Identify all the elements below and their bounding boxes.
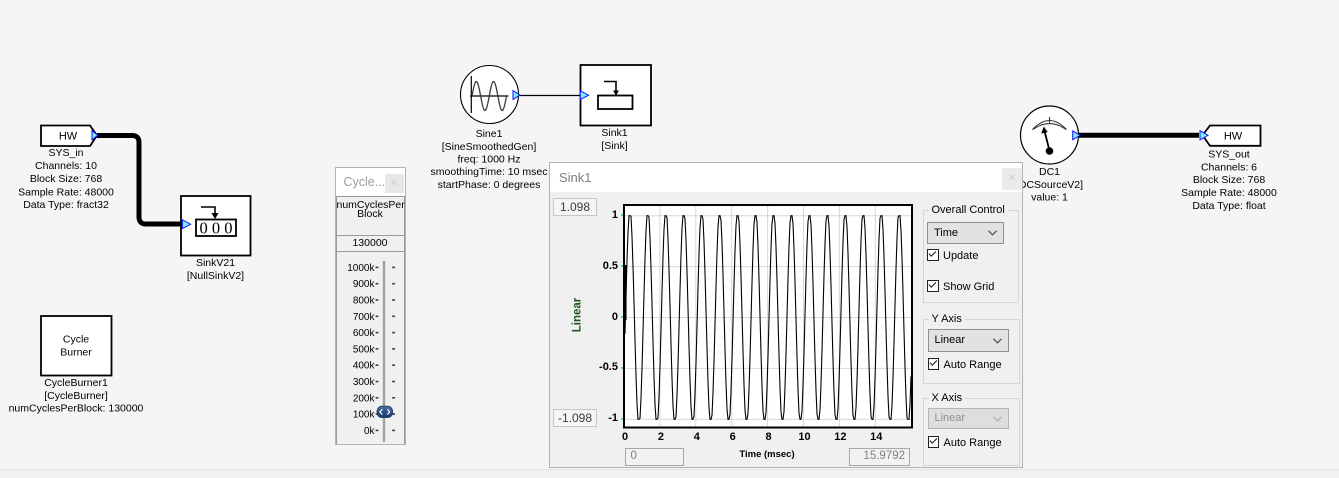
svg-text:DC1: DC1 [1039,166,1060,178]
svg-text:900k: 900k [352,279,375,290]
svg-text:Cycle: Cycle [63,334,89,346]
svg-text:[CycleBurner]: [CycleBurner] [44,390,108,402]
svg-text:600k: 600k [352,328,375,339]
svg-text:Block Size: 768: Block Size: 768 [30,173,103,185]
svg-text:Block Size: 768: Block Size: 768 [1193,174,1266,186]
svg-text:200k: 200k [352,393,375,404]
svg-text:[DCSourceV2]: [DCSourceV2] [1016,179,1083,191]
svg-text:[Sink]: [Sink] [601,140,627,152]
svg-text:SinkV21: SinkV21 [196,257,235,269]
svg-text:0k: 0k [363,425,375,436]
svg-text:0 0 0: 0 0 0 [200,219,233,238]
svg-text:1000k: 1000k [347,262,375,273]
svg-text:100k: 100k [352,409,375,420]
svg-text:HW: HW [1224,131,1243,143]
svg-text:800k: 800k [352,295,375,306]
svg-text:300k: 300k [352,377,375,388]
svg-text:smoothingTime: 10 msec: smoothingTime: 10 msec [431,166,548,178]
svg-text:[NullSinkV2]: [NullSinkV2] [187,270,244,282]
svg-text:value: 1: value: 1 [1031,192,1068,204]
svg-text:Data Type: fract32: Data Type: fract32 [23,199,109,211]
svg-text:Sine1: Sine1 [476,128,503,140]
svg-text:Sample Rate: 48000: Sample Rate: 48000 [18,187,114,199]
svg-text:[SineSmoothedGen]: [SineSmoothedGen] [442,141,537,153]
svg-text:startPhase: 0 degrees: startPhase: 0 degrees [438,179,541,191]
svg-text:Data Type: float: Data Type: float [1192,200,1265,212]
svg-text:400k: 400k [352,360,375,371]
svg-text:Burner: Burner [60,347,92,359]
svg-text:SYS_out: SYS_out [1208,149,1250,161]
svg-text:Channels: 6: Channels: 6 [1201,162,1257,174]
svg-text:Channels: 10: Channels: 10 [35,160,97,172]
svg-text:numCyclesPerBlock: 130000: numCyclesPerBlock: 130000 [9,403,144,415]
svg-text:freq: 1000 Hz: freq: 1000 Hz [457,154,520,166]
svg-text:500k: 500k [352,344,375,355]
svg-text:CycleBurner1: CycleBurner1 [44,377,108,389]
svg-text:HW: HW [59,131,78,143]
svg-text:Sample Rate: 48000: Sample Rate: 48000 [1181,187,1277,199]
svg-text:SYS_in: SYS_in [48,147,83,159]
svg-text:700k: 700k [352,311,375,322]
svg-text:Sink1: Sink1 [601,127,627,139]
